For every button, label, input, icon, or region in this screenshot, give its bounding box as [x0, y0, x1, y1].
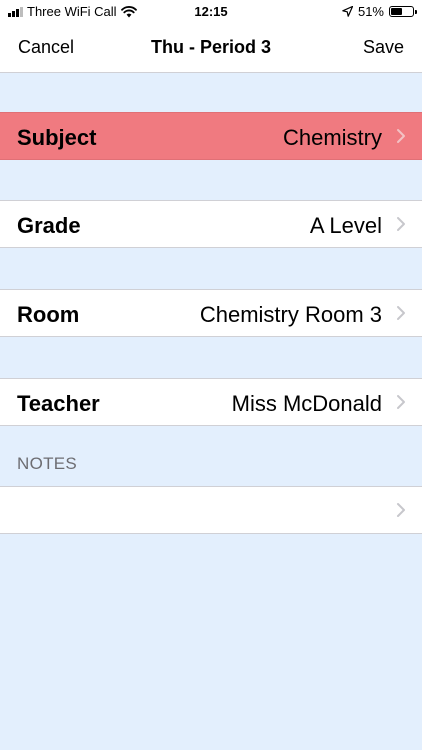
battery-icon	[389, 6, 417, 17]
row-label: Grade	[17, 213, 81, 238]
save-button[interactable]: Save	[363, 37, 404, 58]
row-value: A Level	[309, 213, 382, 238]
notes-section-header: NOTES	[17, 454, 78, 473]
row-value: Chemistry	[282, 125, 382, 150]
row-label: Room	[17, 302, 80, 327]
chevron-right-icon	[397, 395, 405, 409]
notes-row[interactable]	[0, 486, 422, 534]
status-right: 51%	[342, 4, 417, 19]
chevron-right-icon	[397, 306, 405, 320]
row-subject[interactable]: Subject Chemistry	[0, 112, 422, 160]
status-bar: Three WiFi Call 12:15 51%	[0, 0, 422, 24]
row-room[interactable]: Room Chemistry Room 3	[0, 289, 422, 337]
navigation-bar: Cancel Thu - Period 3 Save	[0, 24, 422, 73]
location-arrow-icon	[342, 6, 353, 17]
chevron-right-icon	[397, 217, 405, 231]
page-title: Thu - Period 3	[150, 37, 271, 57]
battery-percent: 51%	[357, 4, 384, 19]
row-teacher[interactable]: Teacher Miss McDonald	[0, 378, 422, 426]
row-value: Chemistry Room 3	[199, 302, 382, 327]
chevron-right-icon	[397, 503, 405, 517]
chevron-right-icon	[397, 129, 405, 143]
row-grade[interactable]: Grade A Level	[0, 200, 422, 248]
row-label: Teacher	[17, 391, 100, 416]
battery-fill	[391, 8, 402, 15]
row-label: Subject	[17, 125, 97, 150]
row-value: Miss McDonald	[231, 391, 382, 416]
